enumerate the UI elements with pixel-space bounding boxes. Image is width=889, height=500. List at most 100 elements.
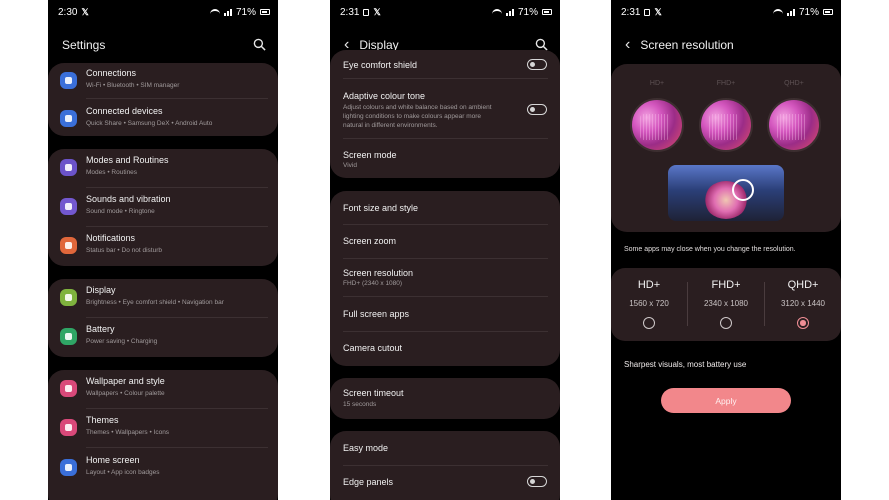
x-app-icon: 𝕏: [654, 6, 662, 17]
item-subtitle: Brightness • Eye comfort shield • Naviga…: [86, 299, 224, 306]
item-title: Connected devices: [86, 106, 163, 116]
easy-mode-row[interactable]: Easy mode: [330, 431, 560, 464]
full-screen-apps-row[interactable]: Full screen apps: [330, 297, 560, 330]
display-icon: [60, 289, 77, 306]
preview-image-hd: [630, 98, 684, 152]
battery-status-icon: [260, 9, 270, 15]
item-desc-line: lighting conditions to make colours appe…: [343, 113, 482, 120]
wifi-status-icon: [209, 8, 220, 16]
preview-label-hd: HD+: [649, 80, 665, 87]
resolution-description: Sharpest visuals, most battery use: [624, 360, 747, 369]
notification-icon: [60, 237, 77, 254]
settings-item-notifications[interactable]: Notifications Status bar • Do not distur…: [48, 228, 278, 264]
edge-panels-toggle[interactable]: [527, 476, 547, 487]
item-title: Adaptive colour tone: [343, 91, 426, 101]
settings-group-display: Display Brightness • Eye comfort shield …: [48, 279, 278, 357]
preview-image-fhd: [699, 98, 753, 152]
page-title: Settings: [62, 38, 106, 52]
resolution-preview-card: HD+ FHD+ QHD+: [611, 64, 841, 232]
settings-item-connections[interactable]: Connections Wi-Fi • Bluetooth • SIM mana…: [48, 63, 278, 99]
display-group-modes: Easy mode Edge panels: [330, 431, 560, 500]
preview-label-fhd: FHD+: [716, 80, 736, 87]
gallery-notification-icon: [644, 8, 651, 16]
item-title: Connections: [86, 68, 137, 78]
settings-item-modes-routines[interactable]: Modes and Routines Modes • Routines: [48, 150, 278, 186]
adaptive-colour-row[interactable]: Adaptive colour tone Adjust colours and …: [330, 80, 560, 132]
item-subtitle: Modes • Routines: [86, 169, 138, 176]
settings-item-battery[interactable]: Battery Power saving • Charging: [48, 319, 278, 355]
item-title: Full screen apps: [343, 309, 410, 319]
screen-mode-row[interactable]: Screen mode Vivid: [330, 140, 560, 176]
divider: [86, 447, 268, 448]
item-value: Vivid: [343, 162, 357, 169]
radio-fhd[interactable]: [720, 317, 732, 329]
option-size: 3120 x 1440: [780, 299, 826, 308]
settings-item-connected-devices[interactable]: Connected devices Quick Share • Samsung …: [48, 101, 278, 137]
themes-icon: [60, 419, 77, 436]
screen-timeout-row[interactable]: Screen timeout 15 seconds: [330, 378, 560, 419]
eye-comfort-toggle[interactable]: [527, 59, 547, 70]
item-value: 15 seconds: [343, 401, 377, 408]
radio-hd[interactable]: [643, 317, 655, 329]
item-subtitle: Wi-Fi • Bluetooth • SIM manager: [86, 82, 180, 89]
resolution-option-qhd[interactable]: QHD+ 3120 x 1440: [765, 268, 841, 341]
signal-icon: [786, 8, 795, 16]
edge-panels-row[interactable]: Edge panels: [330, 466, 560, 499]
adaptive-colour-toggle[interactable]: [527, 104, 547, 115]
item-value: FHD+ (2340 x 1080): [343, 280, 403, 287]
item-title: Screen resolution: [343, 268, 414, 278]
item-title: Eye comfort shield: [343, 60, 418, 70]
resolution-option-hd[interactable]: HD+ 1560 x 720: [611, 268, 687, 341]
resolution-option-fhd[interactable]: FHD+ 2340 x 1080: [688, 268, 764, 341]
signal-icon: [223, 8, 232, 16]
preview-image-wide: [668, 165, 784, 221]
preview-label-qhd: QHD+: [784, 80, 804, 87]
settings-item-home-screen[interactable]: Home screen Layout • App icon badges: [48, 450, 278, 486]
divider: [343, 138, 548, 139]
item-title: Font size and style: [343, 203, 419, 213]
screen-resolution-row[interactable]: Screen resolution FHD+ (2340 x 1080): [330, 259, 560, 295]
apply-button[interactable]: Apply: [661, 388, 791, 413]
item-subtitle: Wallpapers • Colour palette: [86, 390, 165, 397]
item-title: Screen zoom: [343, 236, 397, 246]
battery-percent: 71%: [517, 6, 538, 18]
item-title: Screen timeout: [343, 388, 404, 398]
item-title: Wallpaper and style: [86, 376, 165, 386]
option-name: HD+: [637, 279, 661, 291]
back-arrow-icon[interactable]: ‹: [625, 37, 630, 53]
font-size-row[interactable]: Font size and style: [330, 191, 560, 224]
signal-icon: [505, 8, 514, 16]
home-icon: [60, 459, 77, 476]
divider: [86, 317, 268, 318]
battery-percent: 71%: [798, 6, 819, 18]
divider: [343, 78, 548, 79]
app-bar: Settings: [48, 24, 278, 66]
camera-cutout-row[interactable]: Camera cutout: [330, 332, 560, 365]
status-time: 2:31: [621, 6, 641, 18]
divider: [86, 408, 268, 409]
option-size: 2340 x 1080: [703, 299, 749, 308]
settings-item-themes[interactable]: Themes Themes • Wallpapers • Icons: [48, 410, 278, 446]
item-subtitle: Sound mode • Ringtone: [86, 208, 155, 215]
status-bar: 2:31 𝕏 71%: [611, 0, 841, 24]
settings-item-wallpaper[interactable]: Wallpaper and style Wallpapers • Colour …: [48, 371, 278, 407]
item-title: Camera cutout: [343, 343, 403, 353]
status-bar: 2:30 𝕏 71%: [48, 0, 278, 24]
item-title: Battery: [86, 324, 115, 334]
x-app-icon: 𝕏: [81, 6, 89, 17]
item-title: Easy mode: [343, 443, 389, 453]
battery-icon: [60, 328, 77, 345]
eye-comfort-row[interactable]: Eye comfort shield: [330, 50, 560, 72]
screen-zoom-row[interactable]: Screen zoom: [330, 225, 560, 258]
settings-item-sounds[interactable]: Sounds and vibration Sound mode • Ringto…: [48, 189, 278, 225]
modes-icon: [60, 159, 77, 176]
divider: [86, 98, 268, 99]
settings-item-display[interactable]: Display Brightness • Eye comfort shield …: [48, 280, 278, 316]
search-icon[interactable]: [253, 38, 266, 51]
item-title: Home screen: [86, 455, 140, 465]
divider: [86, 187, 268, 188]
connected-devices-icon: [60, 110, 77, 127]
option-name: QHD+: [787, 279, 819, 291]
settings-group-modes: Modes and Routines Modes • Routines Soun…: [48, 149, 278, 266]
radio-qhd-selected[interactable]: [797, 317, 809, 329]
